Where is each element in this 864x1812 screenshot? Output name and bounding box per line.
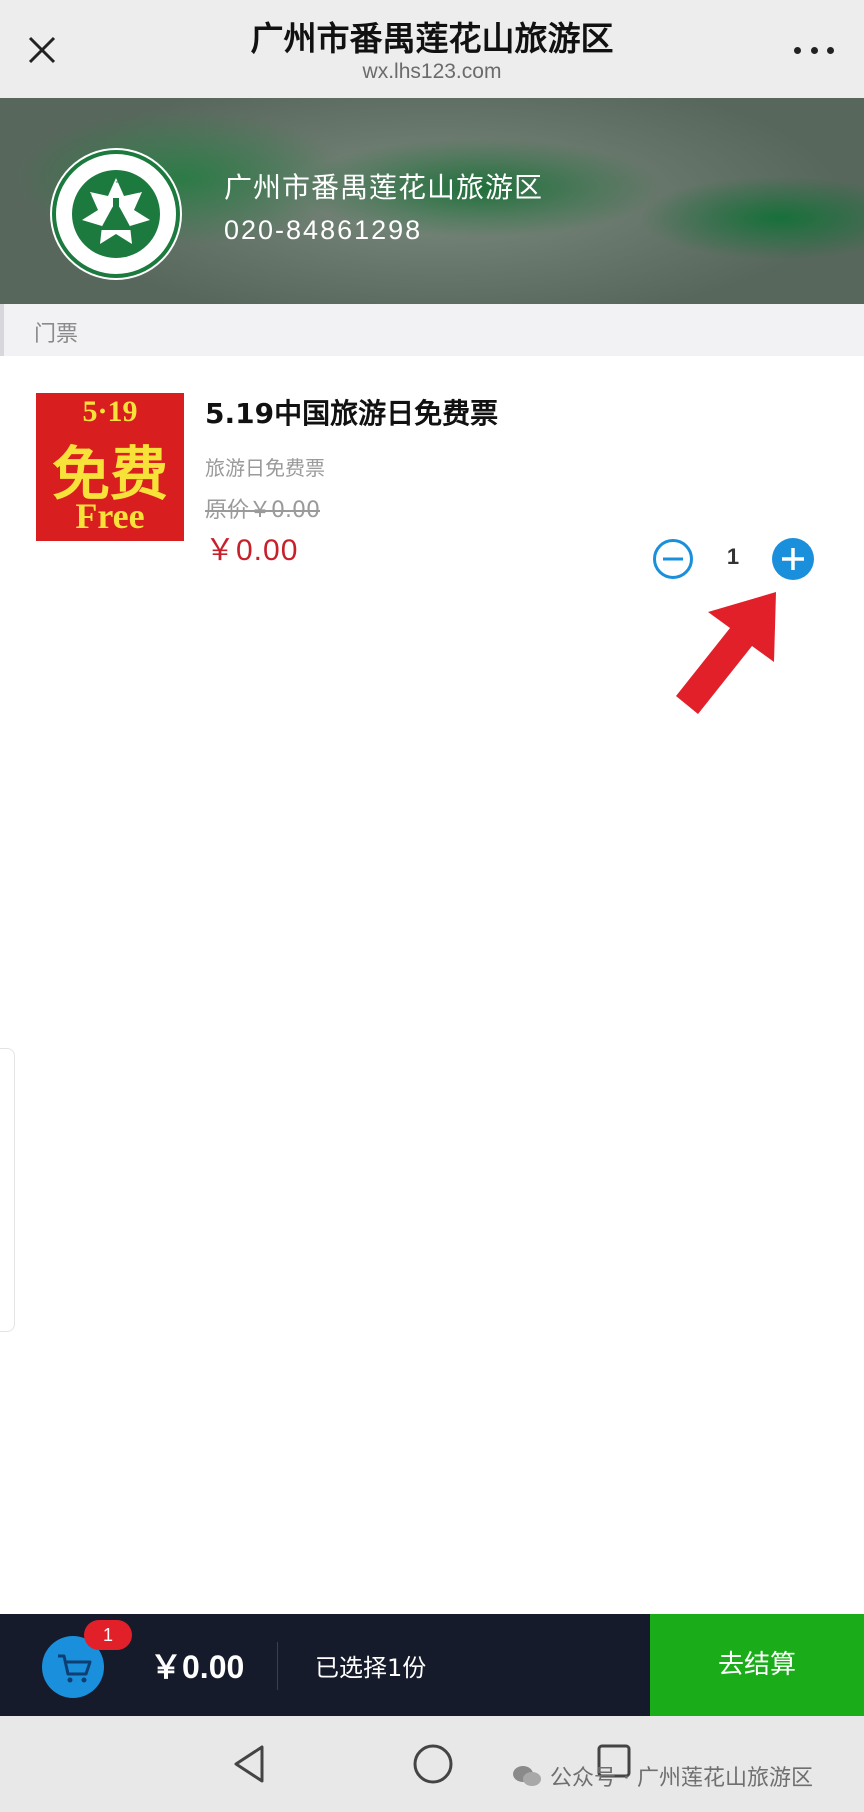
system-nav-bar: 公众号 · 广州莲花山旅游区: [0, 1716, 864, 1812]
cart-selected-count: 已选择1份: [315, 1654, 427, 1682]
wechat-icon: [513, 1766, 541, 1786]
shop-banner: 广州市番禺莲花山旅游区 020-84861298: [0, 98, 864, 304]
page-title: 广州市番禺莲花山旅游区: [250, 19, 614, 58]
category-label: 门票: [34, 322, 79, 347]
title-bar: 广州市番禺莲花山旅游区 wx.lhs123.com: [0, 0, 864, 98]
back-triangle-icon: [234, 1745, 264, 1783]
product-image-date: 5·19: [82, 395, 138, 428]
cart-total: ￥0.00: [150, 1649, 245, 1685]
cart-bar: 1 ￥0.00 已选择1份 去结算: [0, 1614, 864, 1716]
minus-circle-icon: [653, 539, 693, 579]
checkout-button[interactable]: 去结算: [650, 1614, 864, 1716]
red-pointer-arrow-icon: [676, 592, 776, 714]
product-image-free-en: Free: [75, 496, 145, 536]
page-url: wx.lhs123.com: [362, 60, 502, 83]
plus-circle-icon: [772, 538, 814, 580]
cart-divider: [277, 1642, 278, 1690]
watermark: 公众号 · 广州莲花山旅游区: [512, 1760, 813, 1792]
shop-phone[interactable]: 020-84861298: [224, 215, 422, 246]
shop-logo: [50, 148, 182, 280]
product-original-price: 原价￥0.00: [205, 498, 320, 523]
product-title[interactable]: 5.19中国旅游日免费票: [205, 392, 498, 432]
cart-count-badge: 1: [84, 1620, 132, 1650]
category-bar: [0, 304, 4, 356]
decrease-quantity-button[interactable]: [652, 538, 694, 580]
product-subtitle: 旅游日免费票: [205, 456, 325, 480]
more-button[interactable]: [794, 44, 834, 56]
product-price: ￥0.00: [205, 534, 299, 567]
lotus-logo-icon: [52, 150, 180, 278]
shop-name: 广州市番禺莲花山旅游区: [224, 171, 544, 204]
more-icon: [794, 46, 801, 54]
product-image[interactable]: 5·19 免费 Free: [36, 393, 184, 541]
category-header: 门票: [0, 304, 864, 356]
quantity-value: 1: [726, 544, 740, 569]
home-circle-icon: [413, 1744, 453, 1784]
nav-back-button[interactable]: [228, 1741, 274, 1787]
nav-home-button[interactable]: [410, 1741, 456, 1787]
increase-quantity-button[interactable]: [771, 537, 815, 581]
watermark-text: 公众号 · 广州莲花山旅游区: [550, 1766, 813, 1791]
side-drawer-handle[interactable]: [0, 1048, 15, 1332]
